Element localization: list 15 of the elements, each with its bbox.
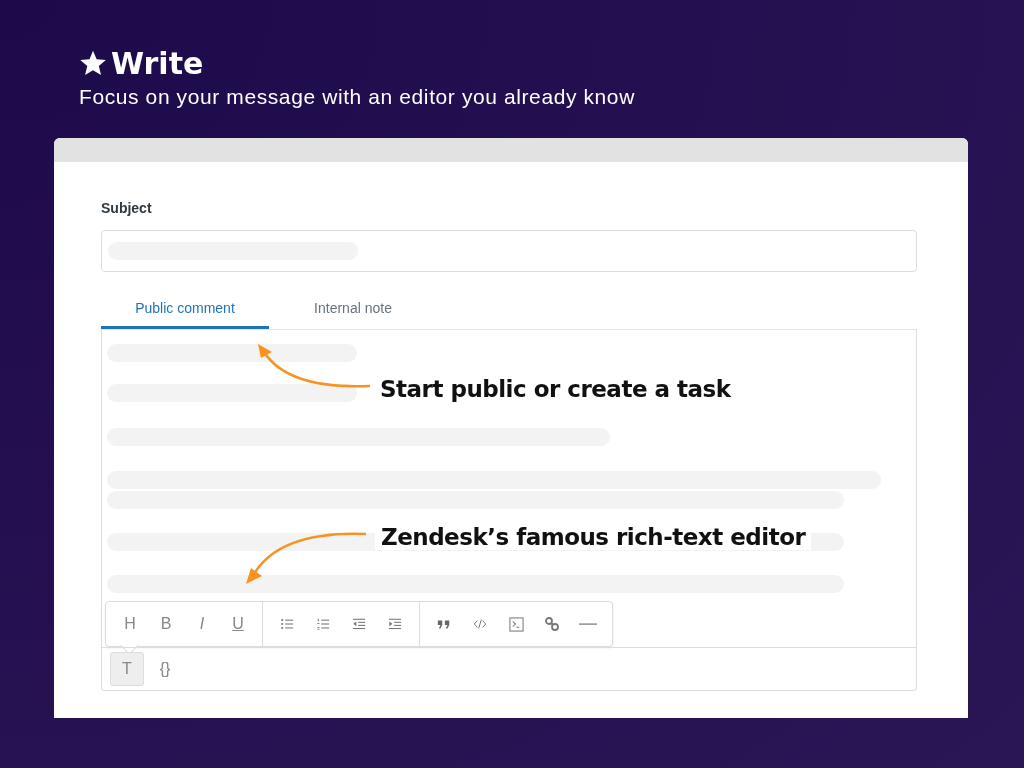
- page-title: Write: [111, 45, 204, 81]
- comment-editor[interactable]: H B I U T {} Start public or create a task Zendesk’s famous rich-text editor: [101, 329, 917, 691]
- tab[interactable]: Internal note: [269, 300, 437, 329]
- format-button[interactable]: B: [148, 609, 184, 639]
- subject-label: Subject: [101, 200, 153, 218]
- format-button[interactable]: U: [220, 609, 256, 639]
- tab[interactable]: Public comment: [101, 300, 269, 329]
- mode-button[interactable]: {}: [148, 652, 182, 686]
- annotation-text: Zendesk’s famous rich-text editor: [375, 524, 812, 550]
- format-button[interactable]: H: [112, 609, 148, 639]
- subject-field[interactable]: [101, 230, 917, 272]
- mode-button[interactable]: T: [110, 652, 144, 686]
- star-icon: [79, 49, 107, 77]
- format-button[interactable]: I: [184, 609, 220, 639]
- page-subtitle: Focus on your message with an editor you already know: [79, 85, 636, 109]
